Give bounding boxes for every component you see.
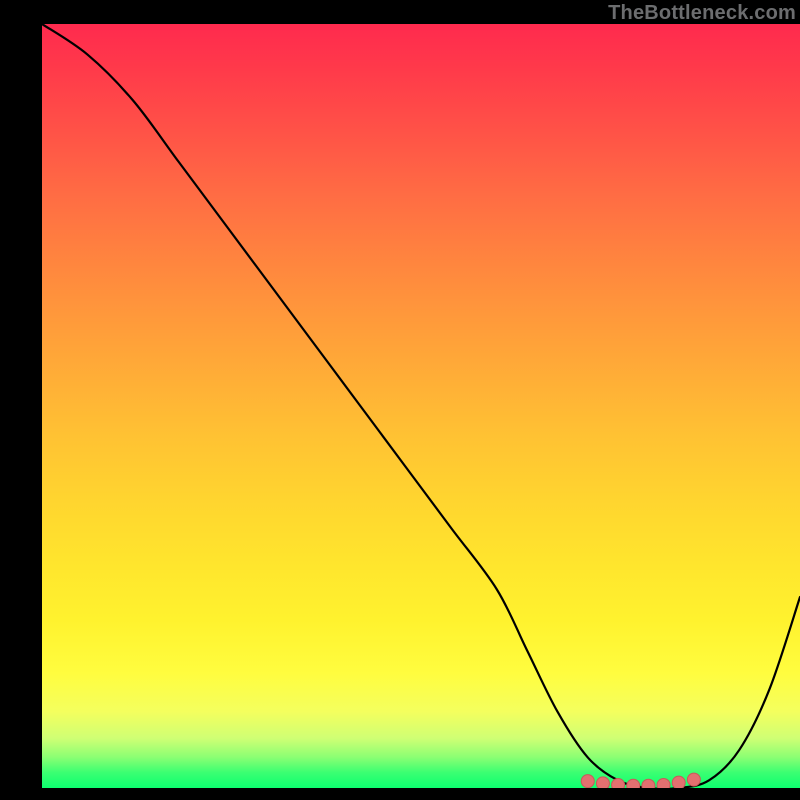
chart-svg — [42, 24, 800, 788]
gradient-plot-area — [42, 24, 800, 788]
marker-dot — [672, 776, 685, 788]
chart-container: TheBottleneck.com — [42, 0, 800, 788]
marker-dot — [596, 777, 609, 788]
curve-line — [42, 24, 800, 788]
marker-dot — [642, 779, 655, 788]
marker-dot — [687, 773, 700, 786]
watermark-text: TheBottleneck.com — [608, 2, 796, 25]
marker-dot — [612, 778, 625, 788]
marker-dot — [657, 778, 670, 788]
flat-region-markers — [581, 773, 700, 788]
marker-dot — [581, 775, 594, 788]
marker-dot — [627, 779, 640, 788]
